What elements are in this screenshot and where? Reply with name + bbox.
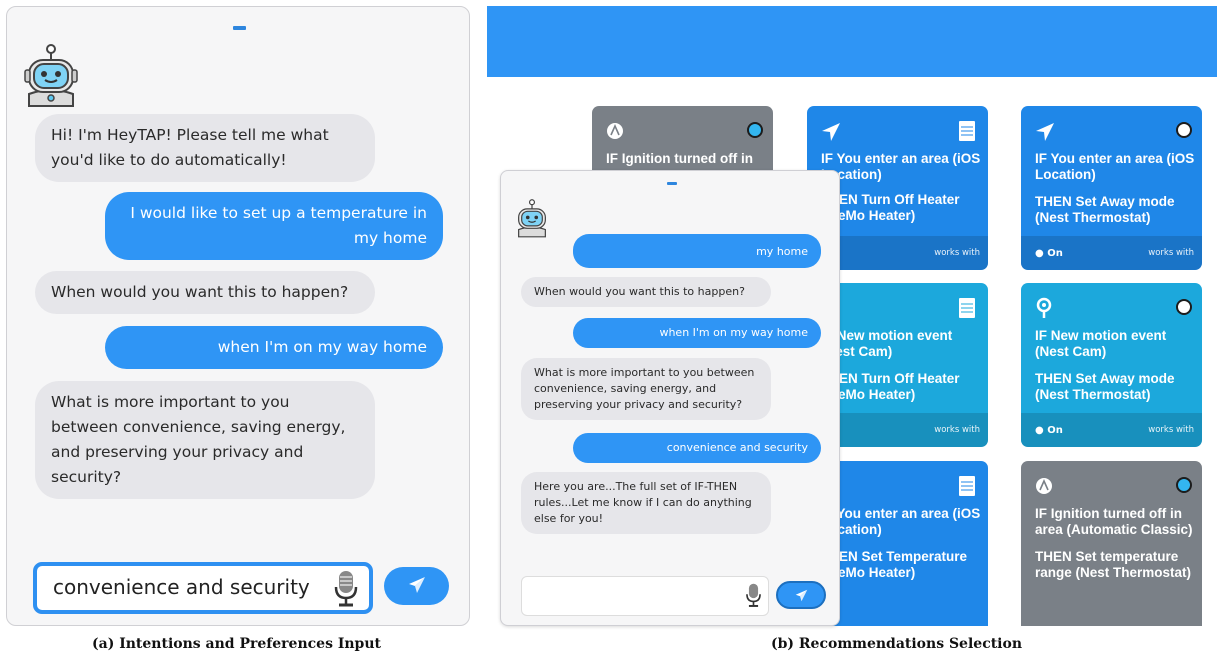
automatic-logo-icon [607,123,623,139]
card-action: THEN Turn Off Heater (WeMo Heater) [821,192,960,223]
card-title: IF Ignition turned off in area (Automati… [1035,506,1193,537]
bot-message: What is more important to you between co… [521,358,771,420]
toggle-ring[interactable] [1176,477,1192,493]
input-text: convenience and security [53,575,310,599]
bot-message: When would you want this to happen? [35,271,375,314]
user-message: I would like to set up a temperature in … [105,192,443,260]
works-with-label: works with [1148,248,1194,258]
robot-avatar-icon [24,44,78,107]
send-arrow-icon [795,589,808,602]
user-message: convenience and security [573,433,821,463]
location-arrow-icon [1036,123,1054,141]
card-title: IF New motion event (Nest Cam) [821,328,953,359]
status-on: ● On [1035,425,1063,436]
location-arrow-icon [822,123,840,141]
bot-message: What is more important to you between co… [35,381,375,499]
user-message: when I'm on my way home [573,318,821,348]
wemo-heater-icon [959,121,975,141]
header-banner [487,6,1217,77]
drag-handle[interactable] [667,182,677,185]
message-input[interactable] [521,576,769,616]
microphone-icon[interactable] [745,582,762,609]
user-message: my home [573,234,821,268]
card-title: IF Ignition turned off in [606,151,753,166]
caption-a: (a) Intentions and Preferences Input [92,636,381,652]
chat-panel-a: Hi! I'm HeyTAP! Please tell me what you'… [6,6,470,626]
card-title: IF You enter an area (iOS Location) [1035,151,1195,182]
status-on: ● On [1035,248,1063,259]
nest-cam-icon [1036,297,1052,318]
card-action: THEN Set Temperature (WeMo Heater) [821,549,968,580]
bot-message: Here you are...The full set of IF-THEN r… [521,472,771,534]
applet-card[interactable]: IF Ignition turned off in area (Automati… [1021,461,1202,626]
message-input[interactable]: convenience and security [33,562,373,614]
wemo-heater-icon [959,298,975,318]
robot-avatar-icon [518,199,546,238]
card-title: IF New motion event (Nest Cam) [1035,328,1167,359]
card-action: THEN Set Away mode (Nest Thermostat) [1035,194,1175,225]
send-button[interactable] [384,567,449,605]
wemo-heater-icon [959,476,975,496]
toggle-ring[interactable] [1176,122,1192,138]
send-button[interactable] [776,581,826,609]
send-arrow-icon [409,577,425,593]
card-action: THEN Set Away mode (Nest Thermostat) [1035,371,1175,402]
bot-message: When would you want this to happen? [521,277,771,307]
works-with-label: works with [934,425,980,435]
card-footer: ● On works with [1021,413,1202,447]
automatic-logo-icon [1036,478,1052,494]
bot-message: Hi! I'm HeyTAP! Please tell me what you'… [35,114,375,182]
microphone-icon[interactable] [333,570,359,608]
applet-card[interactable]: IF You enter an area (iOS Location) THEN… [1021,106,1202,270]
toggle-ring[interactable] [747,122,763,138]
drag-handle[interactable] [233,26,246,30]
caption-b: (b) Recommendations Selection [771,636,1023,652]
card-action: THEN Set temperature range (Nest Thermos… [1035,549,1192,580]
card-footer: ● On works with [1021,236,1202,270]
user-message: when I'm on my way home [105,326,443,369]
toggle-ring[interactable] [1176,299,1192,315]
card-title: IF You enter an area (iOS Location) [821,151,981,182]
card-title: IF You enter an area (iOS Location) [821,506,981,537]
works-with-label: works with [934,248,980,258]
card-action: THEN Turn Off Heater (WeMo Heater) [821,371,960,402]
chat-panel-b: my home When would you want this to happ… [500,170,840,626]
applet-card[interactable]: IF New motion event (Nest Cam) THEN Set … [1021,283,1202,447]
works-with-label: works with [1148,425,1194,435]
